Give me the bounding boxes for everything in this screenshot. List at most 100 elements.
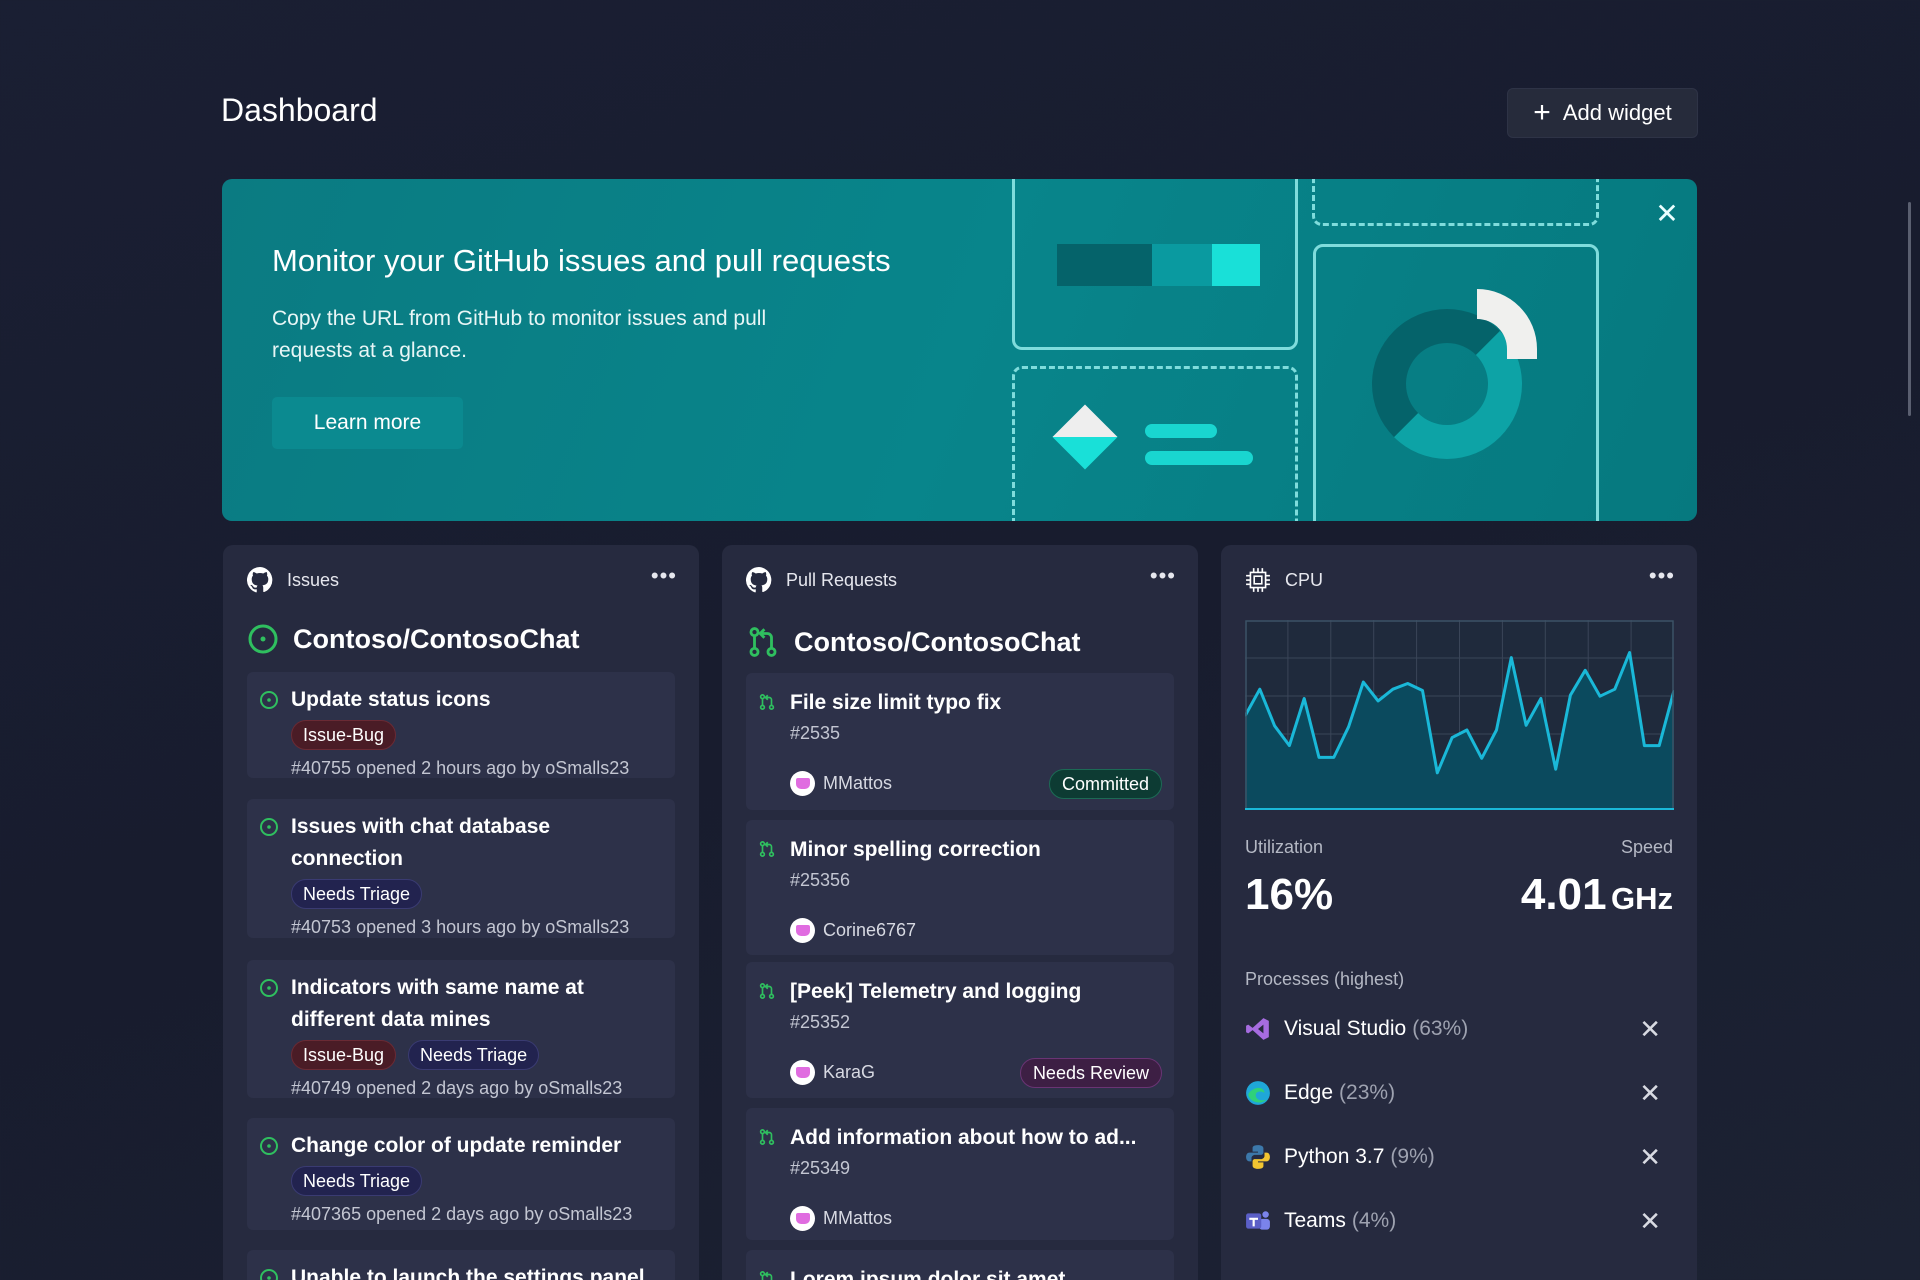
cpu-data-point (1643, 745, 1645, 747)
cpu-data-point (1362, 681, 1364, 683)
cpu-data-point (1555, 768, 1557, 770)
process-percent: (9%) (1390, 1145, 1435, 1168)
issue-tags: Needs Triage (291, 1166, 423, 1196)
cpu-data-point (1422, 689, 1424, 691)
cpu-data-point (1540, 697, 1542, 699)
cpu-data-point (1510, 657, 1512, 659)
issue-open-icon (260, 818, 278, 836)
cpu-data-point (1348, 726, 1350, 728)
scrollbar-thumb[interactable] (1908, 202, 1911, 416)
cpu-data-point (1451, 737, 1453, 739)
process-row: Visual Studio (63%) ✕ (1245, 1009, 1673, 1049)
widget-title: Issues (287, 569, 340, 590)
add-widget-button[interactable]: + Add widget (1507, 88, 1698, 138)
end-process-icon[interactable]: ✕ (1639, 1014, 1661, 1045)
banner-title: Monitor your GitHub issues and pull requ… (272, 243, 891, 278)
pr-author: MMattos (790, 771, 892, 796)
utilization-label: Utilization (1245, 837, 1324, 857)
label-badge[interactable]: Issue-Bug (291, 720, 397, 750)
pull-request-icon (759, 1129, 775, 1145)
cpu-data-point (1333, 756, 1335, 758)
issue-item[interactable]: Update status icons Issue-Bug #40755 opene… (247, 672, 675, 778)
pull-request-icon (759, 1271, 773, 1280)
pr-title: Add information about how to ad... (790, 1126, 1137, 1149)
pull-request-item[interactable]: File size limit typo fix #2535 MMattos Comm… (746, 673, 1174, 810)
avatar (790, 771, 815, 796)
widget-title: CPU (1285, 569, 1324, 590)
label-badge[interactable]: Needs Triage (291, 1166, 423, 1196)
banner-description: Copy the URL from GitHub to monitor issu… (272, 307, 767, 362)
widget-title: Pull Requests (786, 569, 898, 590)
issue-item[interactable]: Change color of update reminder Needs Tri… (247, 1118, 675, 1230)
cpu-data-point (1259, 688, 1261, 690)
cpu-data-point (1407, 682, 1409, 684)
learn-more-button[interactable]: Learn more (272, 397, 463, 449)
pr-number: #25349 (790, 1158, 851, 1178)
cpu-data-point (1614, 688, 1616, 690)
label-badge[interactable]: Issue-Bug (291, 1040, 397, 1070)
process-row: Edge (23%) ✕ (1245, 1073, 1673, 1113)
pull-request-item[interactable]: Lorem ipsum dolor sit amet (746, 1250, 1174, 1280)
issue-meta: #40753 opened 3 hours ago by oSmalls23 (291, 917, 630, 937)
issue-item[interactable]: Issues with chat database connection Need… (247, 799, 675, 938)
cpu-data-point (1481, 757, 1483, 759)
cpu-data-point (1495, 729, 1497, 731)
page-title: Dashboard (221, 92, 378, 128)
issue-item[interactable]: Unable to launch the settings panel (247, 1250, 675, 1280)
pr-author: KaraG (790, 1060, 875, 1085)
close-banner-icon[interactable]: ✕ (1652, 199, 1682, 229)
pull-request-item[interactable]: [Peek] Telemetry and logging #25352 KaraG N… (746, 962, 1174, 1098)
issue-title: Unable to launch the settings panel (291, 1266, 645, 1280)
author-name: Corine6767 (823, 920, 917, 940)
status-badge: Needs Review (1019, 1058, 1162, 1088)
cpu-data-point (1274, 725, 1276, 727)
issue-meta: #40749 opened 2 days ago by oSmalls23 (291, 1078, 623, 1098)
issue-title: Issues with chat database connection (291, 815, 551, 870)
cpu-data-point (1584, 669, 1586, 671)
cpu-data-point (1525, 724, 1527, 726)
end-process-icon[interactable]: ✕ (1639, 1078, 1661, 1109)
process-row: Teams (4%) ✕ (1245, 1201, 1673, 1241)
pull-request-item[interactable]: Add information about how to ad... #25349… (746, 1108, 1174, 1240)
pr-author: MMattos (790, 1206, 892, 1231)
pull-request-icon (759, 694, 775, 710)
end-process-icon[interactable]: ✕ (1639, 1206, 1661, 1237)
edge-icon (1245, 1080, 1271, 1106)
process-name: Teams (1284, 1209, 1346, 1232)
issue-title: Update status icons (291, 688, 491, 711)
author-name: MMattos (823, 773, 893, 793)
issue-open-icon (260, 979, 278, 997)
label-badge[interactable]: Needs Triage (291, 879, 423, 909)
pull-request-icon (759, 841, 775, 857)
more-options-icon[interactable]: ••• (651, 563, 677, 589)
pr-author: Corine6767 (790, 918, 916, 943)
issue-title: Indicators with same name at different d… (291, 976, 584, 1031)
pull-request-item[interactable]: Minor spelling correction #25356 Corine676… (746, 820, 1174, 955)
utilization-value: 16% (1245, 870, 1334, 919)
issue-open-icon (248, 624, 278, 654)
more-options-icon[interactable]: ••• (1649, 563, 1675, 589)
pull-request-icon (759, 983, 775, 999)
issue-item[interactable]: Indicators with same name at different d… (247, 960, 675, 1098)
plus-icon: + (1533, 96, 1551, 129)
issue-meta: #407365 opened 2 days ago by oSmalls23 (291, 1204, 633, 1224)
issue-open-icon (260, 1137, 278, 1155)
more-options-icon[interactable]: ••• (1150, 563, 1176, 589)
issue-open-icon (260, 691, 278, 709)
add-widget-label: Add widget (1562, 100, 1672, 125)
cpu-data-point (1599, 695, 1601, 697)
cpu-data-point (1392, 688, 1394, 690)
issue-tags: Issue-Bug (291, 720, 397, 750)
cpu-chip-icon (1246, 568, 1270, 592)
github-icon (746, 567, 772, 593)
cpu-data-point (1658, 745, 1660, 747)
cpu-data-point (1377, 700, 1379, 702)
github-icon (247, 567, 273, 593)
end-process-icon[interactable]: ✕ (1639, 1142, 1661, 1173)
processes-label: Processes (highest) (1245, 969, 1405, 989)
speed-value: 4.01 (1520, 870, 1607, 919)
pull-requests-widget: Pull Requests ••• Contoso/ContosoChat Fi… (722, 545, 1198, 1280)
label-badge[interactable]: Needs Triage (408, 1040, 540, 1070)
pr-title: File size limit typo fix (790, 691, 1002, 714)
pr-number: #2535 (790, 723, 841, 743)
